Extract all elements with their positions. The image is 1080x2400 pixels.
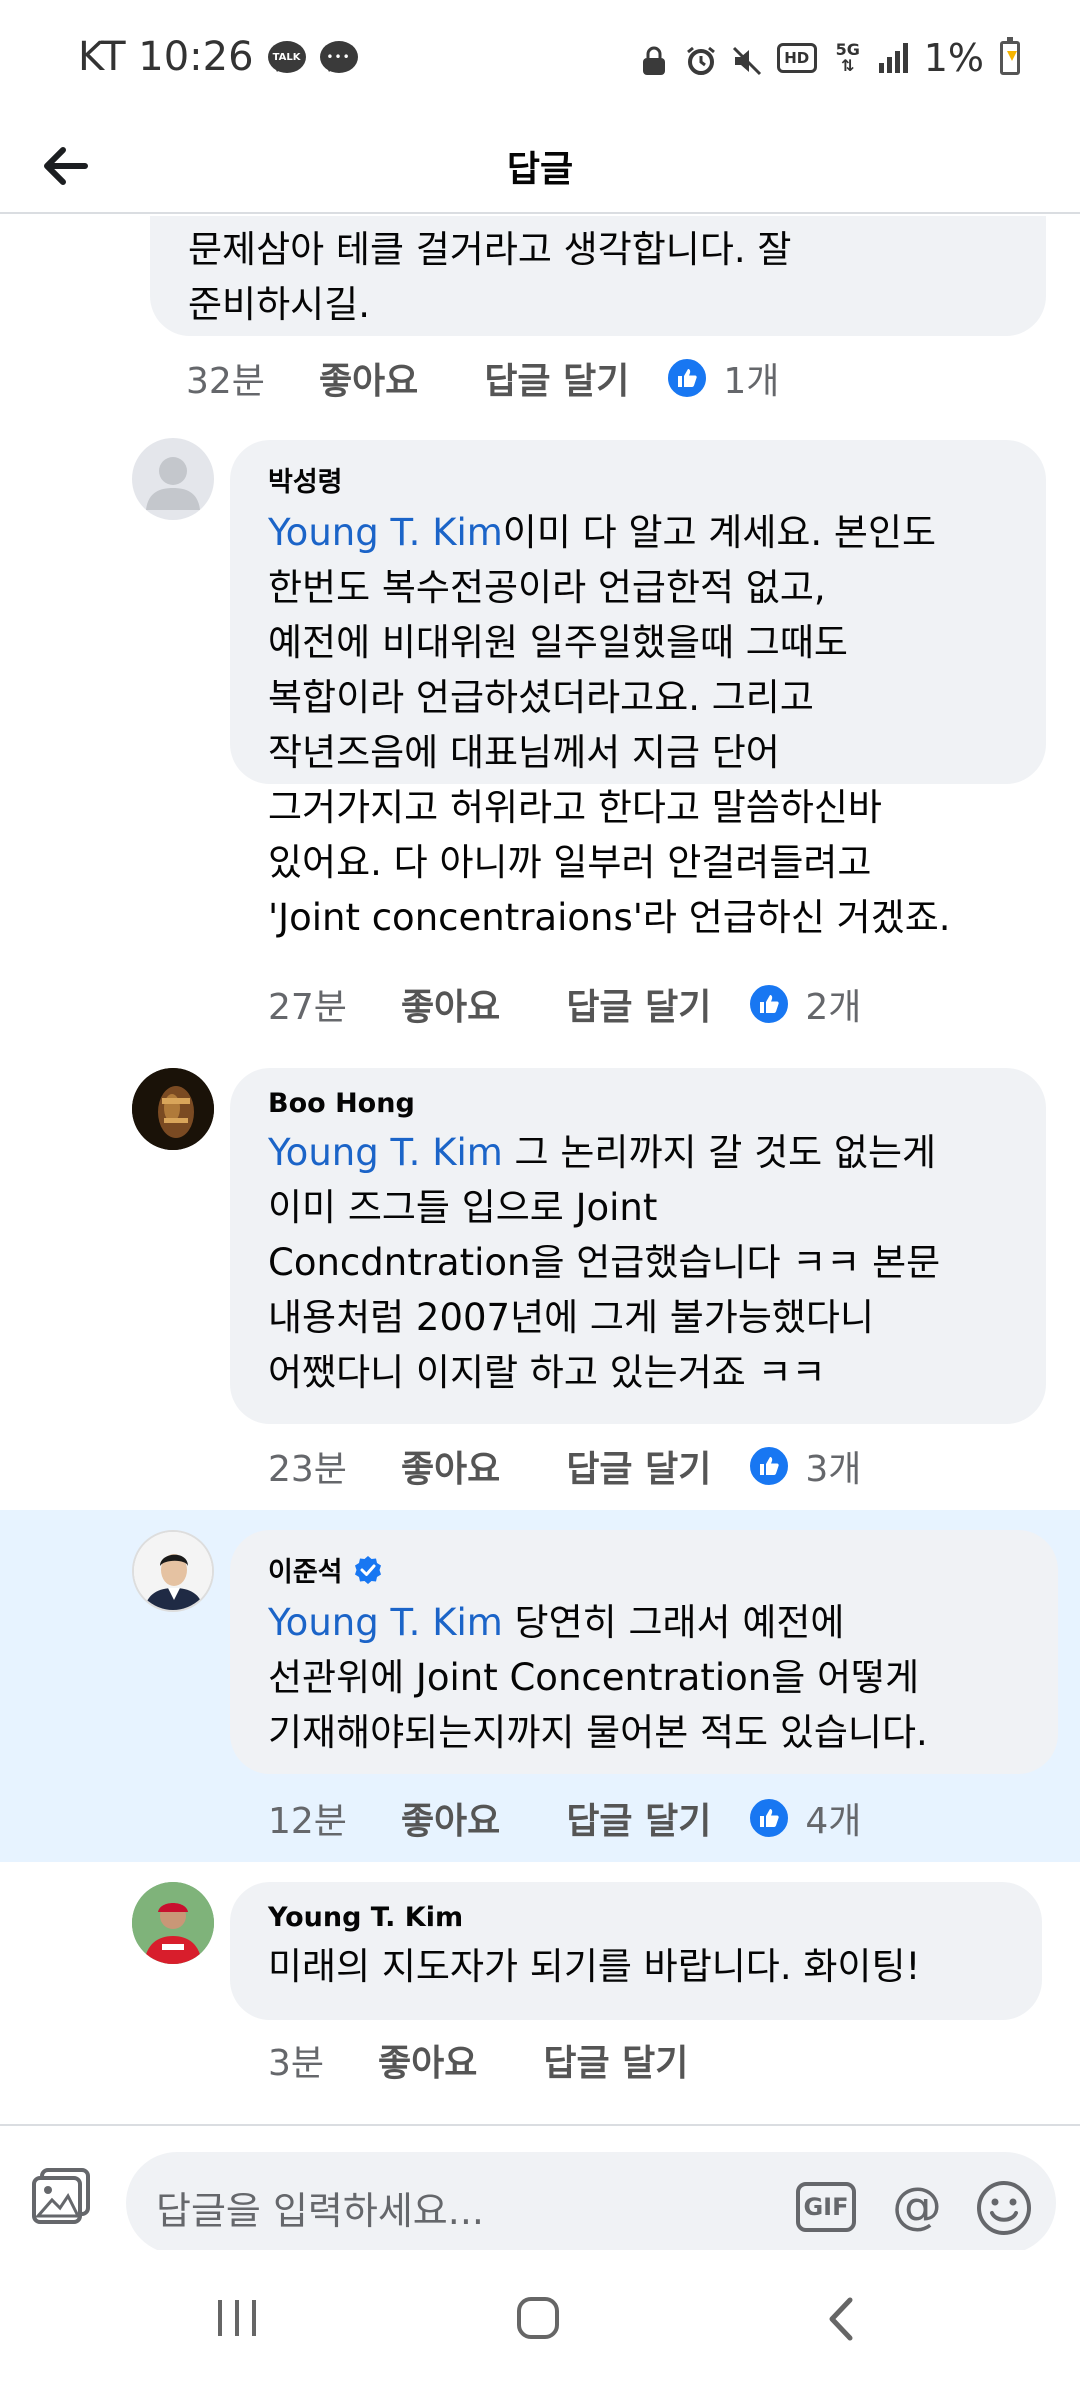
mention-link[interactable]: Young T. Kim <box>268 1601 503 1644</box>
comment-bubble: 박성령 Young T. Kim이미 다 알고 계세요. 본인도 한번도 복수전… <box>230 440 1046 939</box>
status-left: KT 10:26 TALK ••• <box>78 34 358 80</box>
reply-button[interactable]: 답글 달기 <box>484 352 629 404</box>
timestamp: 3분 <box>268 2043 325 2084</box>
reply-thread: 문제삼아 테클 걸거라고 생각합니다. 잘 준비하시길. 32분 좋아요 답글 … <box>0 216 1080 2122</box>
header: 답글 <box>0 118 1080 214</box>
like-count: 3개 <box>805 1449 862 1490</box>
home-icon[interactable] <box>517 2297 559 2339</box>
mute-icon <box>731 42 761 76</box>
5g-icon: 5G ⇅ <box>835 40 860 75</box>
mention-link[interactable]: Young T. Kim <box>268 511 503 554</box>
status-bar: KT 10:26 TALK ••• HD 5G ⇅ 1% <box>0 0 1080 118</box>
comment-text: Young T. Kim 당연히 그래서 예전에 선관위에 Joint Conc… <box>268 1601 928 1754</box>
nav-back-icon[interactable] <box>822 2294 862 2344</box>
signal-icon <box>878 43 908 73</box>
mention-link[interactable]: Young T. Kim <box>268 1131 503 1174</box>
timestamp: 27분 <box>268 987 347 1028</box>
comment-bubble: 문제삼아 테클 걸거라고 생각합니다. 잘 준비하시길. <box>150 216 1046 336</box>
comment-author[interactable]: Young T. Kim <box>268 1902 1004 1933</box>
verified-badge-icon <box>354 1555 381 1584</box>
status-right: HD 5G ⇅ 1% <box>639 36 1020 80</box>
thumbs-up-icon[interactable] <box>665 356 710 400</box>
avatar[interactable] <box>132 438 214 520</box>
comment-meta: 27분 좋아요 답글 달기 2개 <box>268 978 861 1030</box>
thumbs-up-icon[interactable] <box>747 982 792 1026</box>
system-nav-bar <box>0 2250 1080 2400</box>
comment-text: Young T. Kim이미 다 알고 계세요. 본인도 한번도 복수전공이라 … <box>268 511 951 939</box>
gif-icon[interactable]: GIF <box>796 2182 856 2232</box>
alarm-icon <box>685 42 715 75</box>
comment-bubble: 이준석 Young T. Kim 당연히 그래서 예전에 선관위에 Joint … <box>230 1530 1058 1774</box>
photo-button[interactable] <box>30 2166 92 2226</box>
comment-meta: 32분 좋아요 답글 달기 1개 <box>186 352 779 404</box>
timestamp: 32분 <box>186 361 265 402</box>
recents-icon[interactable] <box>218 2300 256 2336</box>
comment-meta: 12분 좋아요 답글 달기 4개 <box>268 1792 861 1844</box>
avatar[interactable] <box>132 1882 214 1964</box>
kakaotalk-icon: TALK <box>267 41 306 73</box>
reply-button[interactable]: 답글 달기 <box>543 2034 688 2086</box>
like-count: 2개 <box>805 987 862 1028</box>
avatar[interactable] <box>132 1530 214 1612</box>
comment-author[interactable]: 박성령 <box>268 460 1008 499</box>
comment-meta: 23분 좋아요 답글 달기 3개 <box>268 1440 861 1492</box>
battery-charging-icon <box>1000 37 1020 75</box>
reply-button[interactable]: 답글 달기 <box>566 1440 711 1492</box>
avatar[interactable] <box>132 1068 214 1150</box>
thumbs-up-icon[interactable] <box>747 1796 792 1840</box>
photo-icon <box>32 2168 90 2224</box>
like-button[interactable]: 좋아요 <box>401 1792 500 1844</box>
like-button[interactable]: 좋아요 <box>378 2034 477 2086</box>
like-button[interactable]: 좋아요 <box>401 978 500 1030</box>
comment-text: 미래의 지도자가 되기를 바랍니다. 화이팅! <box>268 1945 921 1988</box>
battery-percent: 1% <box>923 36 984 80</box>
like-count: 1개 <box>723 361 780 402</box>
hd-voice-icon: HD <box>776 43 817 73</box>
reply-button[interactable]: 답글 달기 <box>566 1792 711 1844</box>
like-button[interactable]: 좋아요 <box>319 352 418 404</box>
like-count: 4개 <box>805 1801 862 1842</box>
comment-author[interactable]: Boo Hong <box>268 1088 1008 1119</box>
at-icon[interactable]: @ <box>886 2178 948 2238</box>
comment-text: Young T. Kim 그 논리까지 갈 것도 없는게 이미 즈그들 입으로 … <box>268 1131 941 1394</box>
comment-meta: 3분 좋아요 답글 달기 <box>268 2034 688 2086</box>
reply-button[interactable]: 답글 달기 <box>566 978 711 1030</box>
lock-icon <box>639 42 669 75</box>
reply-composer: 답글을 입력하세요... GIF @ <box>0 2124 1080 2254</box>
like-button[interactable]: 좋아요 <box>401 1440 500 1492</box>
comment-text: 문제삼아 테클 걸거라고 생각합니다. 잘 준비하시길. <box>188 228 792 326</box>
message-icon: ••• <box>319 41 358 73</box>
thumbs-up-icon[interactable] <box>747 1444 792 1488</box>
carrier-time: KT 10:26 <box>78 34 254 80</box>
emoji-icon[interactable] <box>974 2178 1034 2238</box>
timestamp: 12분 <box>268 1801 347 1842</box>
reply-input[interactable]: 답글을 입력하세요... GIF @ <box>126 2152 1056 2254</box>
comment-bubble: Boo Hong Young T. Kim 그 논리까지 갈 것도 없는게 이미… <box>230 1068 1046 1424</box>
comment-author[interactable]: 이준석 <box>268 1550 1020 1589</box>
reply-input-placeholder: 답글을 입력하세요... <box>156 2189 484 2233</box>
timestamp: 23분 <box>268 1449 347 1490</box>
page-title: 답글 <box>506 149 574 190</box>
comment-bubble: Young T. Kim 미래의 지도자가 되기를 바랍니다. 화이팅! <box>230 1882 1042 2020</box>
